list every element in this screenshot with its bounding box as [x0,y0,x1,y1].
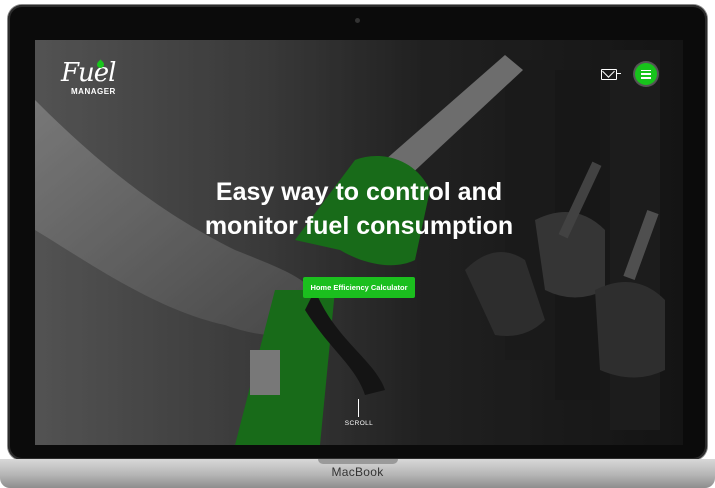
laptop-mockup: MacBook Fuel MANAGER Easy way to control… [0,0,715,488]
device-brand-label: MacBook [331,465,384,479]
scroll-indicator-line [358,399,359,417]
scroll-label[interactable]: SCROLL [339,420,379,427]
headline-line-2: monitor fuel consumption [204,212,514,240]
home-efficiency-calculator-button[interactable]: Home Efficiency Calculator [303,277,415,298]
logo-script-text: Fuel [61,58,116,88]
laptop-notch [318,459,398,464]
website-screen: Fuel MANAGER Easy way to control and mon… [35,40,683,445]
menu-line-icon [641,73,651,75]
hamburger-menu-button[interactable] [635,63,657,85]
mail-icon[interactable] [601,69,617,80]
menu-line-icon [641,69,651,71]
menu-line-icon [641,77,651,79]
fuel-manager-logo[interactable]: Fuel MANAGER [57,58,127,102]
headline-line-1: Easy way to control and [215,178,503,206]
camera-icon [355,18,360,23]
mail-icon-tail [617,73,621,75]
hero-headline: Easy way to control and monitor fuel con… [159,175,559,243]
logo-sub-text: MANAGER [71,87,116,96]
